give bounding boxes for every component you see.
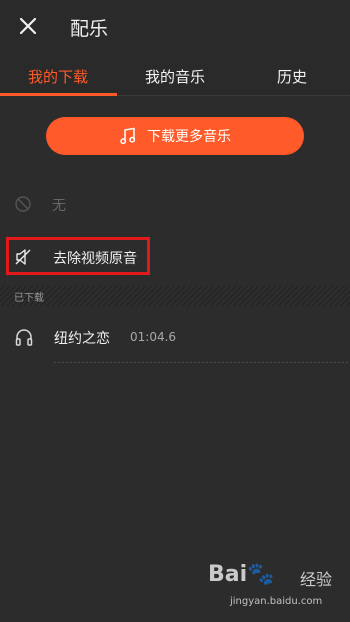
tab-bar: 我的下载 我的音乐 历史 [0,56,350,96]
close-button[interactable] [14,12,42,40]
tab-my-downloads[interactable]: 我的下载 [0,56,116,96]
tab-my-music[interactable]: 我的音乐 [117,56,233,96]
headphones-icon [15,329,33,346]
mute-icon [15,249,31,265]
option-none[interactable]: 无 [0,189,350,219]
download-more-label: 下载更多音乐 [147,129,231,145]
watermark-brand-suffix: 经验 [300,570,333,589]
music-note-icon [120,127,136,145]
watermark-brand: Bai🐾 [208,562,275,587]
track-duration: 01:04.6 [130,330,177,344]
track-name: 纽约之恋 [54,331,110,347]
no-music-icon [15,196,31,212]
downloaded-section-title: 已下载 [14,293,44,304]
active-tab-indicator [0,93,117,96]
downloads-panel: 下载更多音乐 无 去除视频原音 已下载 纽约之恋 01:04.6 Bai🐾 经验… [0,97,350,622]
download-more-music-button[interactable]: 下载更多音乐 [46,117,304,155]
top-bar: 配乐 [0,0,350,56]
track-divider [54,362,350,363]
downloaded-section-header: 已下载 [0,286,350,306]
tab-history[interactable]: 历史 [234,56,350,96]
track-item[interactable]: 纽约之恋 01:04.6 [0,315,350,363]
option-remove-original-audio[interactable]: 去除视频原音 [6,237,150,275]
option-remove-original-label: 去除视频原音 [53,251,137,267]
option-none-label: 无 [52,198,66,214]
baidu-jingyan-watermark: Bai🐾 经验 jingyan.baidu.com [208,560,348,614]
close-icon [19,17,37,35]
page-title: 配乐 [70,18,109,40]
watermark-url: jingyan.baidu.com [230,596,323,607]
